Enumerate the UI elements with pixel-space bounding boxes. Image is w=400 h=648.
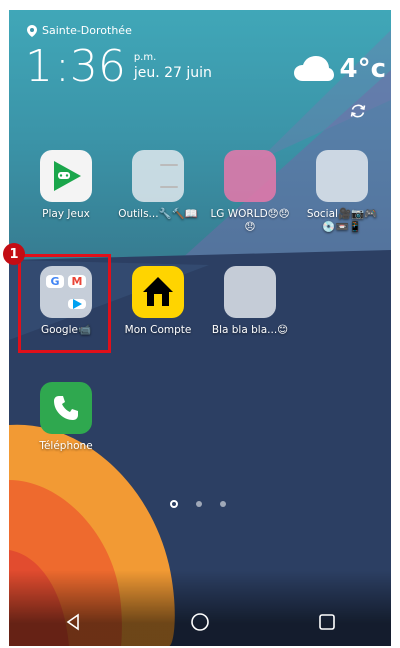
page-dot: [196, 501, 202, 507]
play-games-icon: [40, 150, 92, 202]
app-label-play-jeux: Play Jeux: [42, 208, 90, 220]
app-lg-world-folder[interactable]: LG WORLD😞😞 😞: [210, 150, 290, 234]
location-label: Sainte-Dorothée: [42, 24, 132, 37]
bla-bla-folder-icon: [224, 266, 276, 318]
temperature: 4°c: [339, 54, 386, 84]
app-telephone[interactable]: Téléphone: [26, 382, 106, 453]
tools-folder-icon: [132, 150, 184, 202]
highlight-box: [18, 254, 111, 353]
app-label-outils: Outils...🔧🔨📖: [118, 208, 198, 220]
location-pin-icon: [27, 24, 37, 37]
navigation-bar: [9, 598, 391, 646]
back-button[interactable]: [53, 602, 93, 642]
refresh-icon[interactable]: [349, 102, 367, 120]
page-dot: [220, 501, 226, 507]
clock-minutes: :36: [55, 41, 126, 92]
recents-button[interactable]: [307, 602, 347, 642]
app-label-telephone: Téléphone: [39, 440, 93, 452]
clock-widget[interactable]: 1 :36 p.m. jeu. 27 juin: [25, 42, 212, 92]
recents-icon: [319, 614, 336, 630]
app-social-folder[interactable]: Social🎥📷🎮 💿📼📱: [302, 150, 382, 234]
app-play-jeux[interactable]: Play Jeux: [26, 150, 106, 221]
mon-compte-icon: [132, 266, 184, 318]
app-label-lg-world: LG WORLD😞😞 😞: [210, 208, 290, 233]
weather-location[interactable]: Sainte-Dorothée: [27, 24, 132, 37]
clock-ampm: p.m.: [133, 52, 157, 63]
step-badge: 1: [3, 243, 25, 265]
home-icon: [191, 613, 209, 631]
clock-side: p.m. jeu. 27 juin: [134, 52, 212, 82]
back-icon: [66, 613, 79, 631]
page-indicator[interactable]: [170, 500, 226, 508]
home-button[interactable]: [180, 602, 220, 642]
lg-world-folder-icon: [224, 150, 276, 202]
app-label-mon-compte: Mon Compte: [124, 324, 192, 336]
app-bla-bla-folder[interactable]: Bla bla bla...😊: [210, 266, 290, 337]
clock-hour: 1: [25, 41, 53, 92]
app-label-social: Social🎥📷🎮 💿📼📱: [306, 208, 378, 233]
app-outils-folder[interactable]: Outils...🔧🔨📖: [118, 150, 198, 221]
weather-widget[interactable]: 4°c: [293, 54, 386, 84]
app-label-bla-bla: Bla bla bla...😊: [211, 324, 289, 336]
cloud-icon: [294, 56, 335, 81]
phone-icon: [40, 382, 92, 434]
clock-date: jeu. 27 juin: [133, 65, 212, 81]
page-dot-current: [170, 500, 178, 508]
app-mon-compte[interactable]: Mon Compte: [118, 266, 198, 337]
social-folder-icon: [316, 150, 368, 202]
